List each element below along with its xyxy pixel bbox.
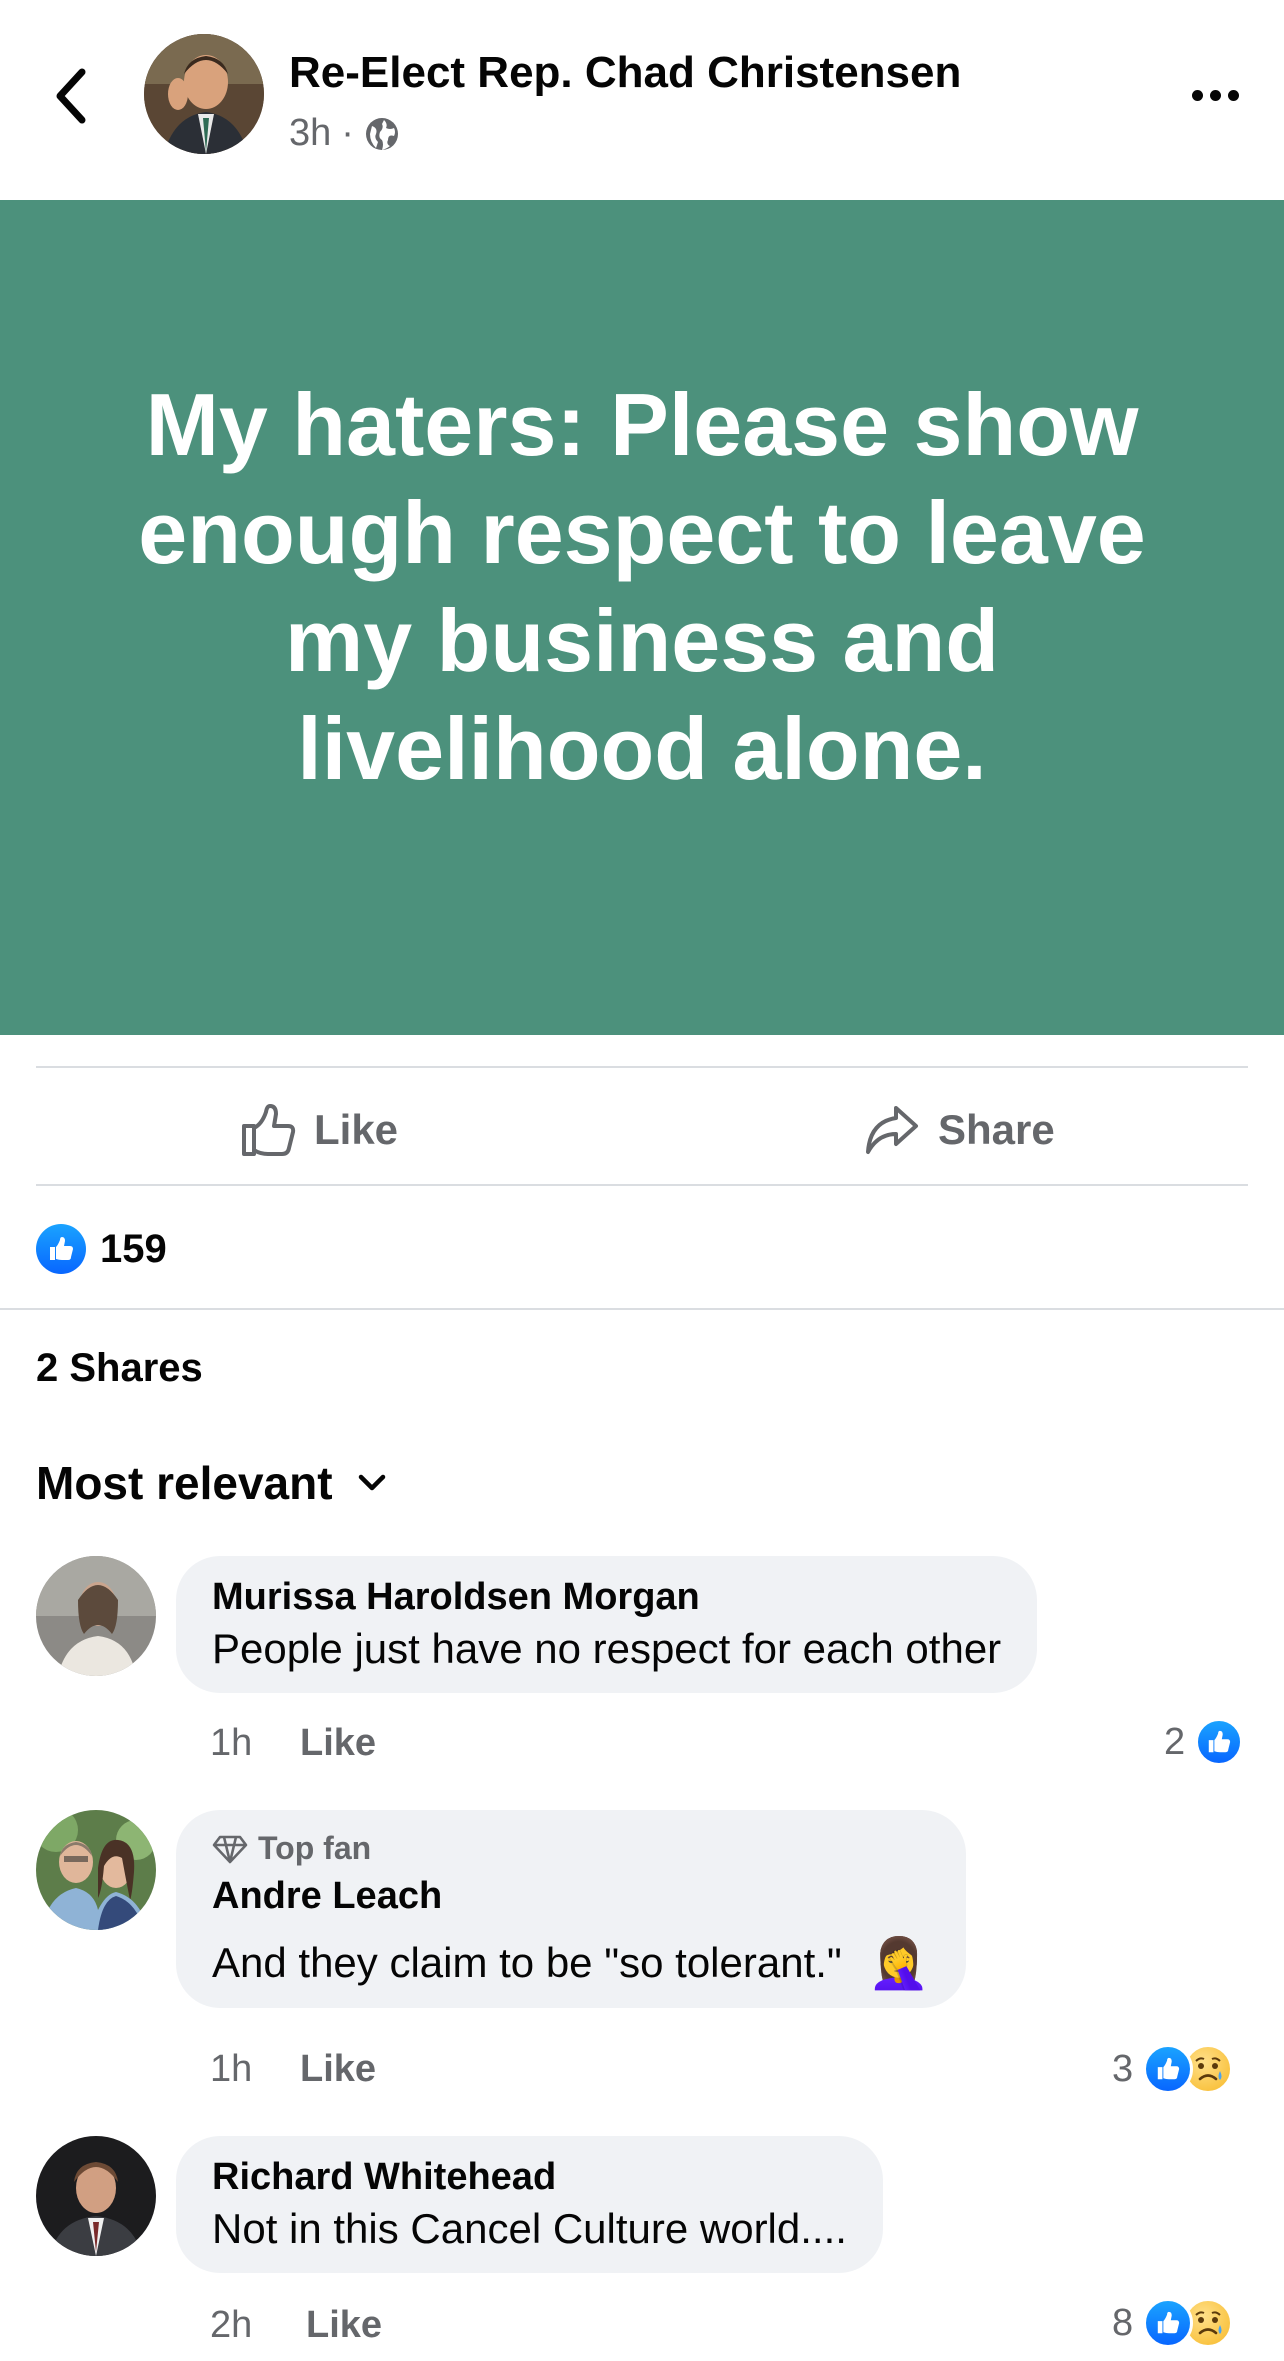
reaction-stack: [1143, 2044, 1234, 2094]
more-dot: [1209, 89, 1221, 101]
divider: [36, 1184, 1248, 1186]
facepalm-emoji: 🤦‍♀️: [867, 1935, 931, 1991]
comment-reactions[interactable]: 2: [1164, 1718, 1244, 1766]
commenter-name[interactable]: Richard Whitehead: [212, 2156, 847, 2199]
post-header: Re-Elect Rep. Chad Christensen 3h ·: [0, 0, 1284, 200]
commenter-name[interactable]: Andre Leach: [212, 1875, 930, 1918]
post-time[interactable]: 3h: [289, 112, 331, 155]
more-horizontal-icon: [1191, 89, 1203, 101]
commenter-avatar[interactable]: [36, 1810, 156, 1930]
globe-icon: [365, 117, 398, 150]
comment-reactions[interactable]: 8: [1112, 2298, 1234, 2348]
top-fan-badge: Top fan: [212, 1830, 930, 1867]
more-options-button[interactable]: [1180, 78, 1250, 112]
comment-bubble: Top fan Andre Leach And they claim to be…: [176, 1810, 967, 2008]
comment-bubble: Richard Whitehead Not in this Cancel Cul…: [176, 2136, 883, 2273]
comment-reaction-count: 8: [1112, 2301, 1134, 2344]
comment-reaction-count: 3: [1112, 2047, 1134, 2090]
comment-time: 1h: [210, 1722, 253, 1764]
top-fan-label: Top fan: [258, 1830, 372, 1866]
share-button[interactable]: Share: [864, 1094, 1055, 1166]
like-label: Like: [314, 1106, 399, 1153]
thumbs-up-outline-icon: [242, 1104, 296, 1156]
comment-text-row: And they claim to be "so tolerant." 🤦‍♀️: [212, 1938, 930, 1988]
more-dot: [1227, 89, 1239, 101]
like-reaction-icon: [36, 1224, 86, 1274]
comment-bubble: Murissa Haroldsen Morgan People just hav…: [176, 1556, 1038, 1693]
page-name[interactable]: Re-Elect Rep. Chad Christensen: [289, 48, 961, 98]
chevron-left-icon: [56, 68, 86, 124]
like-button[interactable]: Like: [240, 1094, 398, 1166]
chevron-down-icon: [358, 1474, 385, 1491]
share-label: Share: [938, 1106, 1055, 1153]
commenter-avatar[interactable]: [36, 2136, 156, 2256]
shares-count[interactable]: 2 Shares: [36, 1346, 203, 1391]
comment-text: People just have no respect for each oth…: [212, 1625, 1002, 1672]
comment-sort-dropdown[interactable]: Most relevant: [36, 1456, 387, 1510]
diamond-icon: [212, 1835, 248, 1863]
comment-like-button[interactable]: Like: [300, 1722, 376, 1765]
post-text: My haters: Please show enough respect to…: [138, 374, 1146, 798]
reactions-summary[interactable]: 159: [36, 1224, 167, 1274]
comment-text: And they claim to be "so tolerant.": [212, 1939, 842, 1986]
comment-text: Not in this Cancel Culture world....: [212, 2205, 847, 2252]
share-arrow-icon: [866, 1106, 918, 1154]
post-background: My haters: Please show enough respect to…: [0, 200, 1284, 1035]
like-reaction-icon: [1143, 2298, 1194, 2348]
comment-like-button[interactable]: Like: [300, 2048, 376, 2091]
like-reaction-icon: [1195, 1718, 1244, 1766]
back-button[interactable]: [40, 60, 100, 132]
divider: [36, 1066, 1248, 1068]
like-reaction-icon: [1143, 2044, 1194, 2094]
comment-time: 2h: [210, 2304, 253, 2346]
commenter-avatar[interactable]: [36, 1556, 156, 1676]
sort-label: Most relevant: [36, 1457, 333, 1509]
page-avatar[interactable]: [144, 34, 264, 154]
divider: [0, 1308, 1284, 1310]
comment-time: 1h: [210, 2048, 253, 2090]
comment-reaction-count: 2: [1164, 1720, 1186, 1763]
comment-reactions[interactable]: 3: [1112, 2044, 1234, 2094]
commenter-name[interactable]: Murissa Haroldsen Morgan: [212, 1576, 1001, 1619]
meta-separator: ·: [341, 112, 354, 154]
reaction-stack: [1143, 2298, 1234, 2348]
post-meta: 3h ·: [289, 112, 400, 155]
reactions-count: 159: [100, 1226, 167, 1271]
comment-like-button[interactable]: Like: [306, 2304, 382, 2347]
